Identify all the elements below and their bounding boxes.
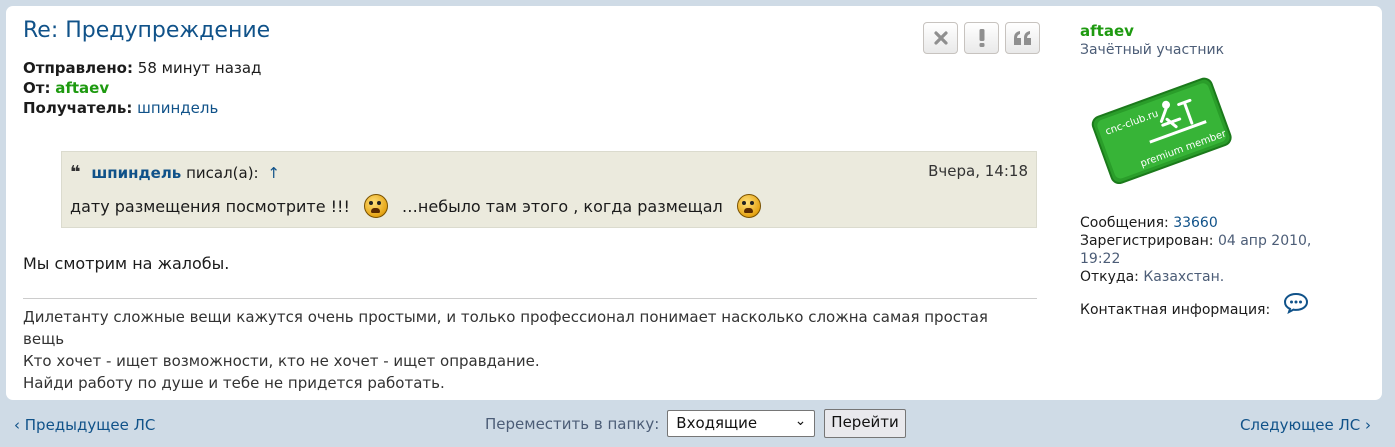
- from-author-link[interactable]: aftaev: [55, 79, 109, 97]
- quote-author-link[interactable]: шпиндель: [91, 164, 181, 182]
- move-to-folder: Переместить в папку: Входящие ⌄ Перейти: [485, 409, 906, 438]
- registered-label: Зарегистрирован:: [1080, 233, 1214, 249]
- quote-mark-icon: ❝: [70, 162, 81, 183]
- folder-select[interactable]: Входящие ⌄: [667, 410, 816, 437]
- message-text: Мы смотрим на жалобы.: [23, 254, 230, 273]
- posts-label: Сообщения:: [1080, 215, 1169, 231]
- location-value: Казахстан.: [1143, 269, 1225, 285]
- chat-bubble-icon[interactable]: [1283, 292, 1309, 315]
- recipient-link[interactable]: шпиндель: [137, 99, 218, 117]
- pm-footer: ‹ Предыдущее ЛС Переместить в папку: Вхо…: [0, 403, 1395, 447]
- posts-row: Сообщения: 33660: [1080, 214, 1350, 232]
- delete-button[interactable]: [923, 22, 958, 54]
- profile-stats: Сообщения: 33660 Зарегистрирован: 04 апр…: [1080, 214, 1350, 319]
- sent-row: Отправлено: 58 минут назад: [23, 58, 261, 78]
- quote-body: дату размещения посмотрите !!! …небыло т…: [70, 194, 1028, 218]
- premium-badge-image: cnc-club.ru premium member: [1091, 77, 1232, 185]
- exclamation-icon: [979, 29, 984, 47]
- signature-line: Кто хочет - ищет возможности, кто не хоч…: [23, 352, 540, 370]
- registered-row: Зарегистрирован: 04 апр 2010, 19:22: [1080, 232, 1350, 268]
- quote-text-2: …небыло там этого , когда размещал: [401, 196, 723, 216]
- shocked-smiley-icon: [363, 194, 388, 218]
- report-button[interactable]: [964, 22, 999, 54]
- quote-says: писал(а):: [186, 164, 259, 182]
- post-meta: Отправлено: 58 минут назад От: aftaev По…: [23, 58, 261, 118]
- quote-text-1: дату размещения посмотрите !!!: [70, 196, 350, 216]
- shocked-smiley-icon: [736, 194, 761, 218]
- next-pm-label: Следующее ЛС: [1239, 416, 1361, 434]
- message-title[interactable]: Re: Предупреждение: [23, 18, 270, 43]
- move-label: Переместить в папку:: [485, 414, 660, 433]
- chevron-down-icon: ⌄: [794, 413, 807, 429]
- previous-pm-label: Предыдущее ЛС: [24, 416, 156, 434]
- contact-label: Контактная информация:: [1080, 302, 1271, 318]
- quote-jump-link[interactable]: ↑: [267, 164, 280, 182]
- signature-divider: [23, 298, 1037, 299]
- quote-block: ❝ шпиндель писал(а): ↑ Вчера, 14:18 дату…: [61, 151, 1037, 228]
- contact-row: Контактная информация:: [1080, 292, 1350, 319]
- chevron-left-icon: ‹: [14, 416, 20, 434]
- premium-member-badge: cnc-club.ru premium member: [1086, 74, 1236, 185]
- folder-selected-value: Входящие: [676, 414, 758, 432]
- message-main: Re: Предупреждение Отправлено: 58 минут …: [23, 6, 1040, 400]
- recipient-row: Получатель: шпиндель: [23, 98, 261, 118]
- go-button[interactable]: Перейти: [824, 409, 906, 438]
- posts-count-link[interactable]: 33660: [1173, 215, 1218, 231]
- location-label: Откуда:: [1080, 269, 1139, 285]
- location-row: Откуда: Казахстан.: [1080, 268, 1350, 286]
- message-panel: Re: Предупреждение Отправлено: 58 минут …: [6, 6, 1382, 400]
- chevron-right-icon: ›: [1365, 416, 1371, 434]
- profile-rank: Зачётный участник: [1080, 42, 1225, 58]
- recipient-label: Получатель:: [23, 99, 133, 117]
- sent-value: 58 минут назад: [137, 59, 262, 77]
- post-actions: [917, 22, 1040, 54]
- close-icon: [933, 31, 948, 45]
- quote-icon: [1013, 31, 1031, 45]
- from-label: От:: [23, 79, 51, 97]
- quote-time: Вчера, 14:18: [928, 162, 1028, 180]
- signature: Дилетанту сложные вещи кажутся очень про…: [23, 306, 1003, 394]
- signature-line: Найди работу по душе и тебе не придется …: [23, 374, 445, 392]
- quote-button[interactable]: [1005, 22, 1040, 54]
- profile-username-link[interactable]: aftaev: [1080, 22, 1370, 40]
- previous-pm-link[interactable]: ‹ Предыдущее ЛС: [14, 416, 155, 434]
- from-row: От: aftaev: [23, 78, 261, 98]
- quote-header: ❝ шпиндель писал(а): ↑ Вчера, 14:18: [70, 162, 1028, 184]
- next-pm-link[interactable]: Следующее ЛС ›: [1240, 416, 1371, 434]
- signature-line: Дилетанту сложные вещи кажутся очень про…: [23, 308, 988, 348]
- sent-label: Отправлено:: [23, 59, 133, 77]
- author-profile: aftaev Зачётный участник cnc-club.ru pre…: [1080, 22, 1370, 318]
